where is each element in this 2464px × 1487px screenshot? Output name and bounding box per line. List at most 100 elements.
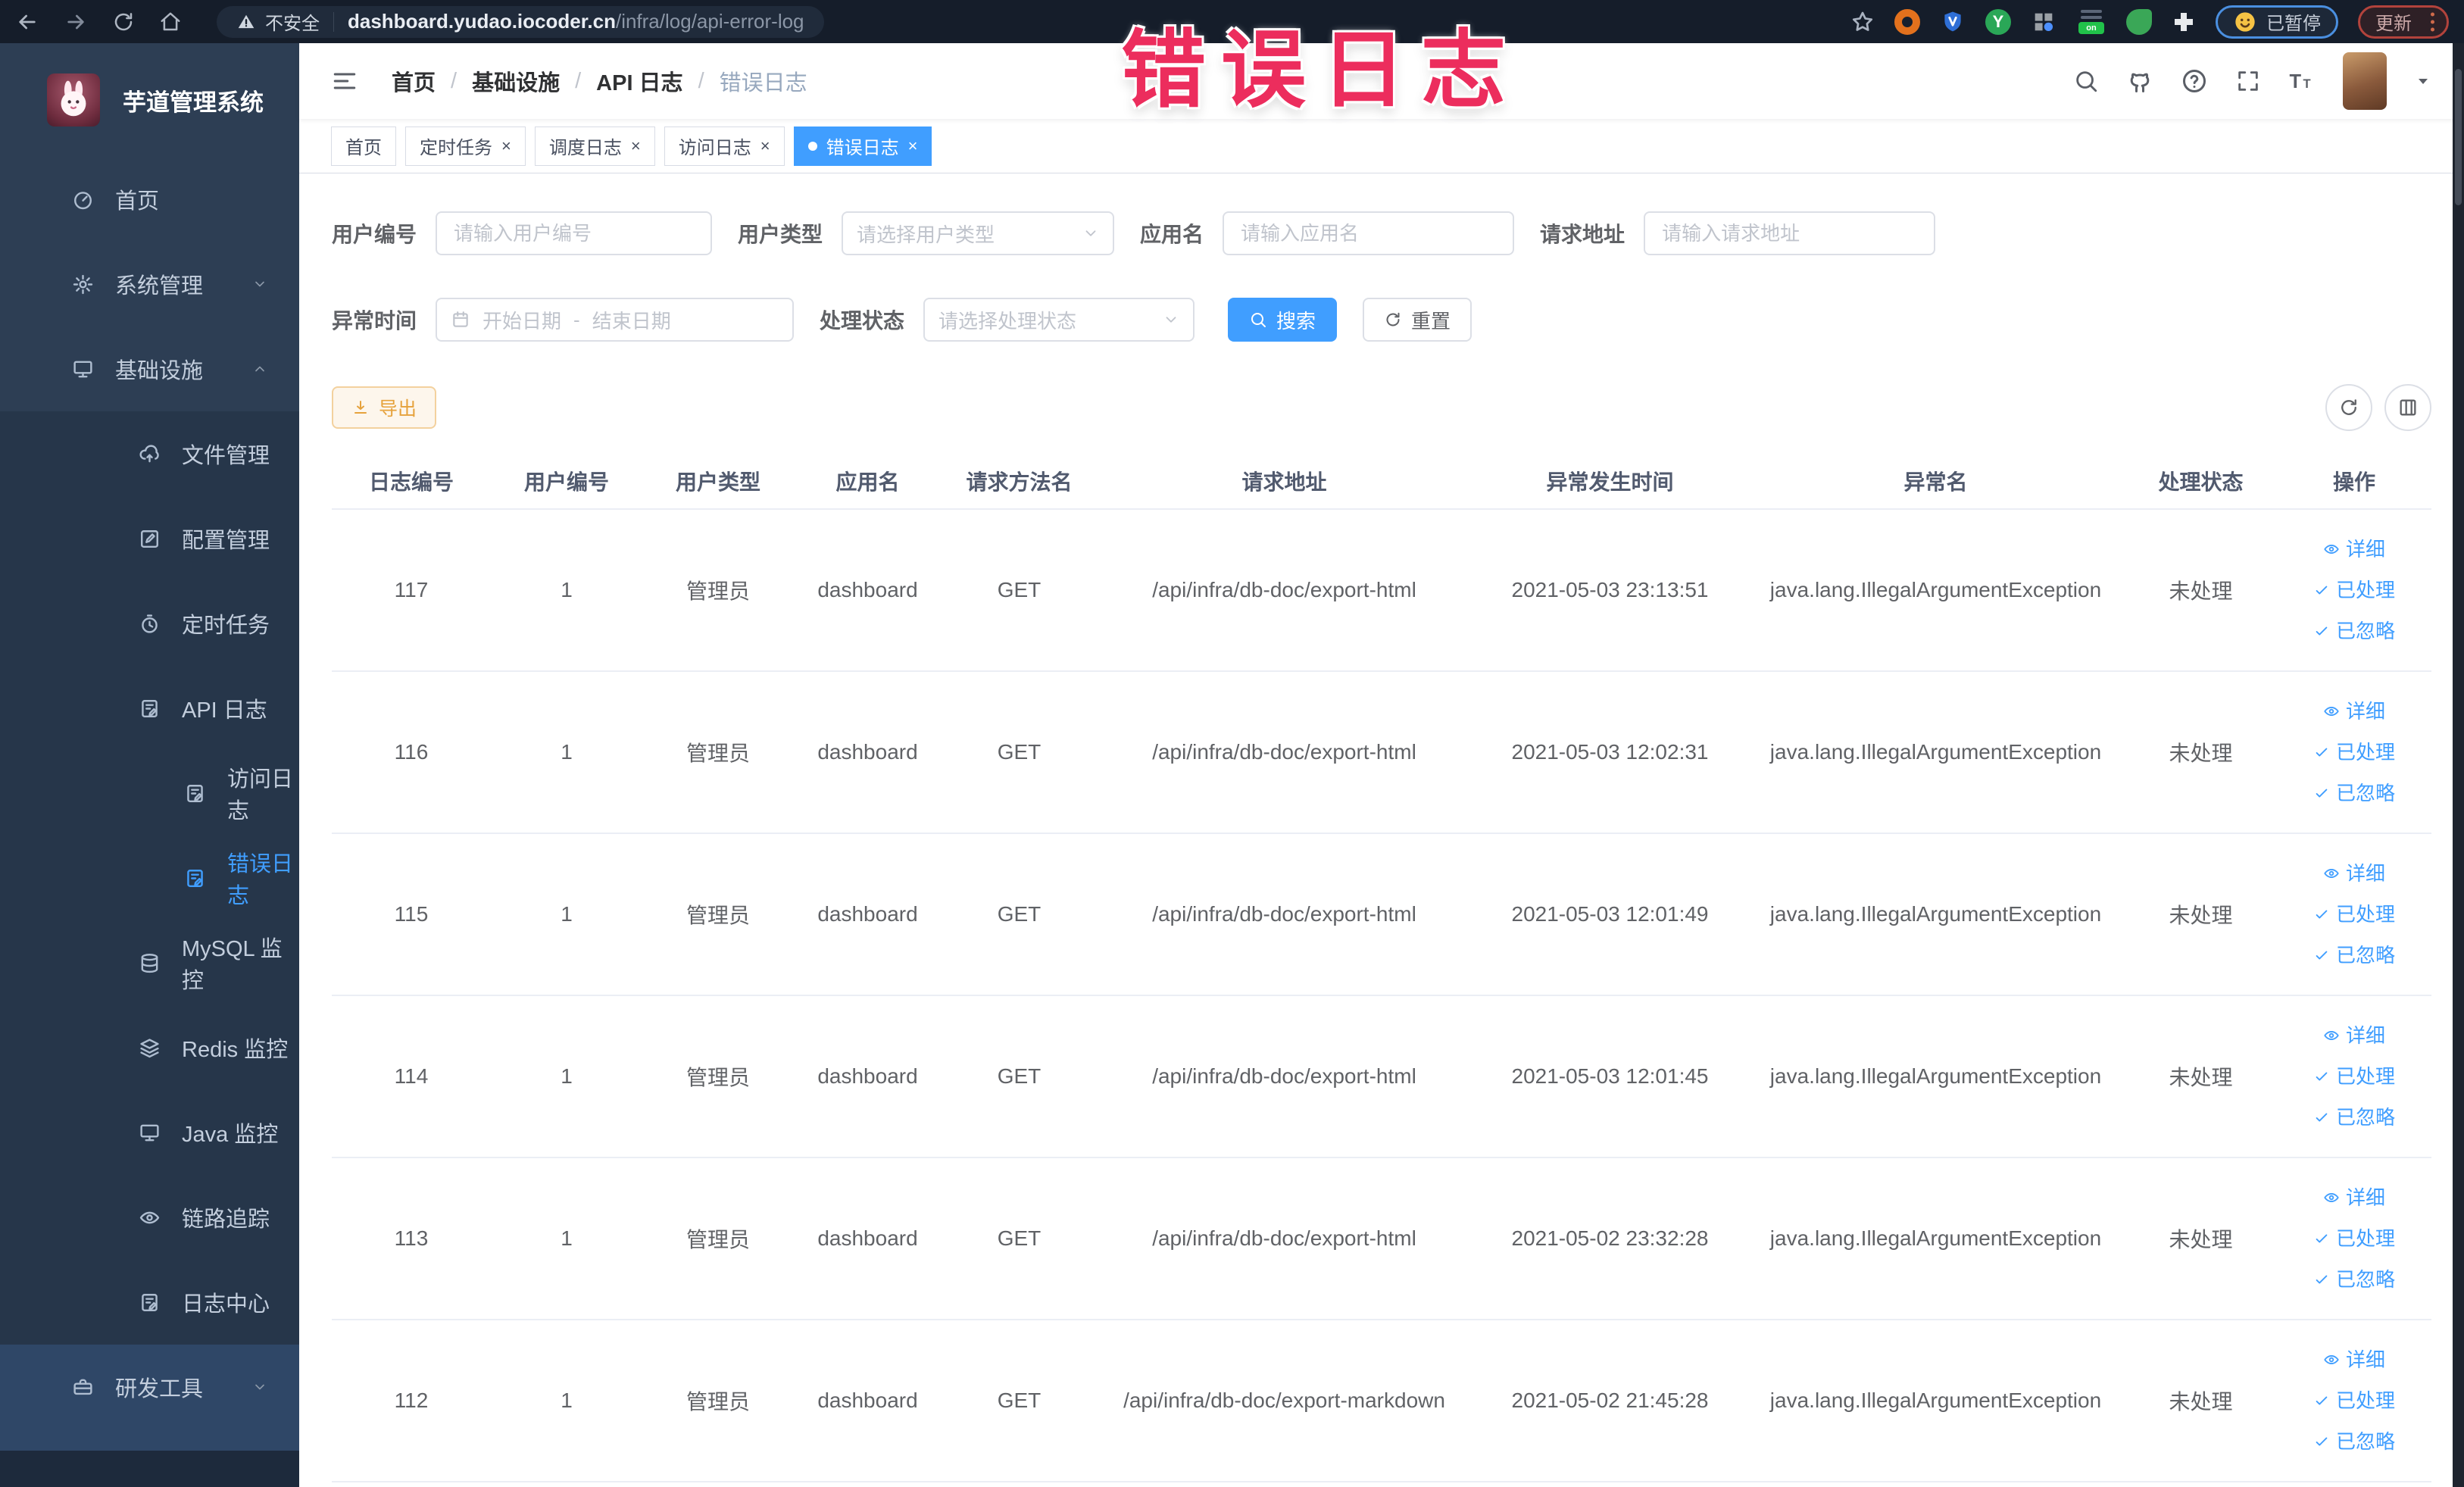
ignored-link[interactable]: 已忽略 bbox=[2313, 773, 2395, 813]
security-label[interactable]: 不安全 bbox=[265, 8, 320, 35]
cell-app-name: dashboard bbox=[817, 1389, 918, 1412]
ignored-link[interactable]: 已忽略 bbox=[2313, 1098, 2395, 1137]
sidebar-item-error-log[interactable]: 错误日志 bbox=[0, 836, 299, 920]
doc-pen-icon bbox=[139, 698, 161, 720]
active-tab-dot bbox=[807, 141, 817, 151]
column-settings-button[interactable] bbox=[2384, 384, 2431, 431]
header-search-icon[interactable] bbox=[2073, 68, 2099, 94]
breadcrumb: 首页 / 基础设施 / API 日志 / 错误日志 bbox=[392, 65, 807, 97]
fullscreen-icon[interactable] bbox=[2235, 68, 2261, 94]
font-size-icon[interactable]: TT bbox=[2288, 67, 2316, 95]
tab-job-log[interactable]: 调度日志 × bbox=[534, 126, 655, 166]
extension-leaf-icon[interactable] bbox=[2126, 8, 2152, 35]
detail-link[interactable]: 详细 bbox=[2323, 854, 2385, 893]
detail-link[interactable]: 详细 bbox=[2323, 692, 2385, 731]
bookmark-star-icon[interactable] bbox=[1850, 10, 1875, 34]
sidebar-item-home[interactable]: 首页 bbox=[0, 157, 299, 242]
extension-orange-icon[interactable] bbox=[1894, 8, 1920, 35]
sidebar-item-cron-job[interactable]: 定时任务 bbox=[0, 581, 299, 666]
ignored-link[interactable]: 已忽略 bbox=[2313, 936, 2395, 975]
sidebar-item-mysql-monitor[interactable]: MySQL 监控 bbox=[0, 920, 299, 1005]
close-icon[interactable]: × bbox=[501, 137, 511, 155]
sidebar-footer bbox=[0, 1451, 299, 1487]
detail-link[interactable]: 详细 bbox=[2323, 1016, 2385, 1055]
browser-update-badge[interactable]: 更新 bbox=[2358, 5, 2449, 39]
processed-link[interactable]: 已处理 bbox=[2313, 1381, 2395, 1420]
ignored-link[interactable]: 已忽略 bbox=[2313, 611, 2395, 651]
ignored-link[interactable]: 已忽略 bbox=[2313, 1422, 2395, 1461]
app-name-input[interactable] bbox=[1223, 211, 1515, 255]
browser-forward-icon[interactable] bbox=[64, 10, 88, 34]
scrollbar-thumb[interactable] bbox=[2455, 69, 2462, 205]
tab-cron-job[interactable]: 定时任务 × bbox=[405, 126, 526, 166]
op-label: 已忽略 bbox=[2335, 1106, 2395, 1129]
close-icon[interactable]: × bbox=[631, 137, 641, 155]
processed-link[interactable]: 已处理 bbox=[2313, 570, 2395, 610]
close-icon[interactable]: × bbox=[760, 137, 770, 155]
detail-link[interactable]: 详细 bbox=[2323, 1340, 2385, 1379]
help-icon[interactable] bbox=[2181, 67, 2208, 95]
tab-access-log[interactable]: 访问日志 × bbox=[664, 126, 785, 166]
export-button[interactable]: 导出 bbox=[332, 386, 437, 429]
extension-shield-icon[interactable] bbox=[1940, 9, 1966, 35]
close-icon[interactable]: × bbox=[908, 137, 918, 155]
cell-status: 未处理 bbox=[2169, 1390, 2233, 1414]
sidebar-item-system-mgmt[interactable]: 系统管理 bbox=[0, 242, 299, 326]
reset-button[interactable]: 重置 bbox=[1363, 298, 1472, 342]
hamburger-menu-icon[interactable] bbox=[331, 67, 358, 95]
check-icon bbox=[2313, 947, 2330, 964]
url-path[interactable]: /infra/log/api-error-log bbox=[616, 10, 804, 33]
cell-user-type: 管理员 bbox=[685, 1228, 750, 1251]
sidebar-item-api-log[interactable]: API 日志 bbox=[0, 666, 299, 751]
avatar-caret-down-icon[interactable] bbox=[2414, 72, 2432, 90]
browser-home-icon[interactable] bbox=[159, 11, 182, 33]
sidebar-item-file-mgmt[interactable]: 文件管理 bbox=[0, 411, 299, 496]
cell-log-id: 116 bbox=[394, 740, 429, 764]
github-icon[interactable] bbox=[2126, 67, 2153, 95]
url-host[interactable]: dashboard.yudao.iocoder.cn bbox=[348, 10, 616, 33]
user-avatar[interactable] bbox=[2343, 52, 2387, 110]
search-button[interactable]: 搜索 bbox=[1228, 298, 1338, 342]
address-bar[interactable]: 不安全 dashboard.yudao.iocoder.cn/infra/log… bbox=[217, 5, 824, 38]
detail-link[interactable]: 详细 bbox=[2323, 1178, 2385, 1217]
eye-icon bbox=[139, 1207, 161, 1229]
ignored-link[interactable]: 已忽略 bbox=[2313, 1260, 2395, 1299]
security-warning-icon[interactable] bbox=[236, 12, 256, 32]
extension-grid-icon[interactable] bbox=[2031, 9, 2056, 35]
extension-green-icon[interactable] bbox=[1985, 8, 2011, 35]
refresh-icon bbox=[1384, 311, 1402, 329]
extensions-puzzle-icon[interactable] bbox=[2172, 10, 2196, 34]
breadcrumb-item[interactable]: 首页 bbox=[392, 65, 436, 97]
processed-link[interactable]: 已处理 bbox=[2313, 1219, 2395, 1258]
extension-switch-icon[interactable] bbox=[2076, 7, 2106, 37]
exception-time-range-picker[interactable]: 开始日期 - 结束日期 bbox=[436, 298, 795, 342]
tab-error-log[interactable]: 错误日志 × bbox=[793, 126, 932, 166]
red-annotation-text: 错误日志 bbox=[1121, 23, 1521, 117]
browser-reload-icon[interactable] bbox=[112, 11, 135, 33]
processed-link[interactable]: 已处理 bbox=[2313, 895, 2395, 934]
profile-paused-badge[interactable]: 已暂停 bbox=[2216, 5, 2338, 39]
sidebar-item-java-monitor[interactable]: Java 监控 bbox=[0, 1090, 299, 1175]
browser-menu-kebab-icon[interactable] bbox=[2431, 12, 2434, 31]
sidebar-item-dev-tools[interactable]: 研发工具 bbox=[0, 1345, 299, 1429]
sidebar-item-trace[interactable]: 链路追踪 bbox=[0, 1175, 299, 1260]
page-scrollbar[interactable] bbox=[2453, 43, 2464, 1487]
request-url-input[interactable] bbox=[1644, 211, 1936, 255]
processed-link[interactable]: 已处理 bbox=[2313, 1057, 2395, 1096]
refresh-table-button[interactable] bbox=[2325, 384, 2372, 431]
sidebar-item-log-center[interactable]: 日志中心 bbox=[0, 1260, 299, 1345]
breadcrumb-item[interactable]: API 日志 bbox=[596, 65, 682, 97]
process-status-select[interactable]: 请选择处理状态 bbox=[923, 298, 1195, 342]
tab-home[interactable]: 首页 bbox=[331, 126, 396, 166]
breadcrumb-item[interactable]: 基础设施 bbox=[472, 65, 560, 97]
sidebar-item-redis-monitor[interactable]: Redis 监控 bbox=[0, 1005, 299, 1090]
sidebar-item-infrastructure[interactable]: 基础设施 bbox=[0, 326, 299, 411]
sidebar-item-config-mgmt[interactable]: 配置管理 bbox=[0, 496, 299, 581]
user-id-input[interactable] bbox=[436, 211, 713, 255]
detail-link[interactable]: 详细 bbox=[2323, 530, 2385, 569]
app-logo-row[interactable]: 芋道管理系统 bbox=[0, 43, 299, 157]
browser-back-icon[interactable] bbox=[15, 10, 39, 34]
sidebar-item-access-log[interactable]: 访问日志 bbox=[0, 751, 299, 836]
user-type-select[interactable]: 请选择用户类型 bbox=[842, 211, 1115, 255]
processed-link[interactable]: 已处理 bbox=[2313, 733, 2395, 772]
